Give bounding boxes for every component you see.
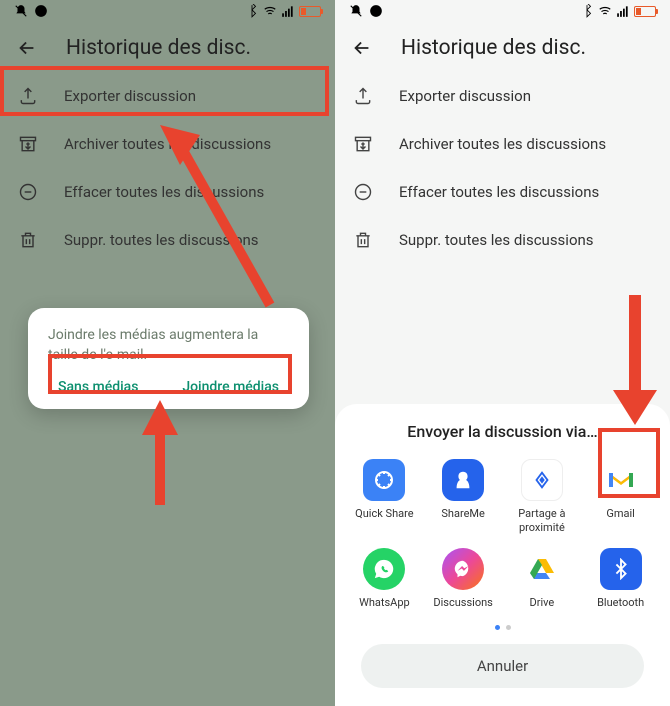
trash-icon [18,230,38,250]
archive-icon [353,134,373,154]
clear-icon [353,182,373,202]
drive-icon [521,548,563,590]
cancel-button[interactable]: Annuler [361,644,644,688]
menu-clear[interactable]: Effacer toutes les discussions [0,168,335,216]
menu-archive[interactable]: Archiver toutes les discussions [335,120,670,168]
battery-icon [299,6,321,17]
share-app-messenger[interactable]: Discussions [426,548,501,609]
menu-export[interactable]: Exporter discussion [335,72,670,120]
gmail-icon [600,459,642,501]
screen-left: Historique des disc. Exporter discussion… [0,0,335,706]
no-media-button[interactable]: Sans médias [58,379,138,395]
share-app-drive[interactable]: Drive [505,548,580,609]
bell-off-icon [14,4,28,18]
wifi-icon [598,4,612,18]
share-app-whatsapp[interactable]: WhatsApp [347,548,422,609]
menu-clear[interactable]: Effacer toutes les discussions [335,168,670,216]
bluetooth-app-icon [600,548,642,590]
share-title: Envoyer la discussion via… [347,422,658,441]
menu-delete[interactable]: Suppr. toutes les discussions [335,216,670,264]
bluetooth-icon [245,4,259,18]
quickshare-icon [363,459,405,501]
status-bar [0,0,335,22]
messenger-icon [442,548,484,590]
menu-archive[interactable]: Archiver toutes les discussions [0,120,335,168]
share-app-nearby[interactable]: Partage à proximité [505,459,580,533]
signal-icon [616,4,630,18]
page-title: Historique des disc. [401,36,586,60]
back-icon[interactable] [351,37,373,59]
share-app-bluetooth[interactable]: Bluetooth [583,548,658,609]
spotify-icon [369,4,383,18]
export-icon [353,86,373,106]
spotify-icon [34,4,48,18]
annotation-arrow-2 [130,395,190,515]
menu-delete[interactable]: Suppr. toutes les discussions [0,216,335,264]
status-bar [335,0,670,22]
whatsapp-icon [363,548,405,590]
page-title: Historique des disc. [66,36,251,60]
share-app-shareme[interactable]: ShareMe [426,459,501,533]
share-app-gmail[interactable]: Gmail [583,459,658,533]
archive-icon [18,134,38,154]
clear-icon [18,182,38,202]
header: Historique des disc. [335,22,670,72]
wifi-icon [263,4,277,18]
back-icon[interactable] [16,37,38,59]
share-sheet: Envoyer la discussion via… Quick Share S… [335,404,670,706]
pagination-dots [347,625,658,630]
signal-icon [281,4,295,18]
nearby-icon [521,459,563,501]
share-app-quickshare[interactable]: Quick Share [347,459,422,533]
battery-icon [634,6,656,17]
media-dialog: Joindre les médias augmentera la taille … [28,308,309,409]
trash-icon [353,230,373,250]
bell-off-icon [349,4,363,18]
screen-right: Historique des disc. Exporter discussion… [335,0,670,706]
export-icon [18,86,38,106]
with-media-button[interactable]: Joindre médias [182,379,279,395]
menu-export[interactable]: Exporter discussion [0,72,335,120]
bluetooth-icon [580,4,594,18]
shareme-icon [442,459,484,501]
dialog-message: Joindre les médias augmentera la taille … [48,326,289,365]
header: Historique des disc. [0,22,335,72]
